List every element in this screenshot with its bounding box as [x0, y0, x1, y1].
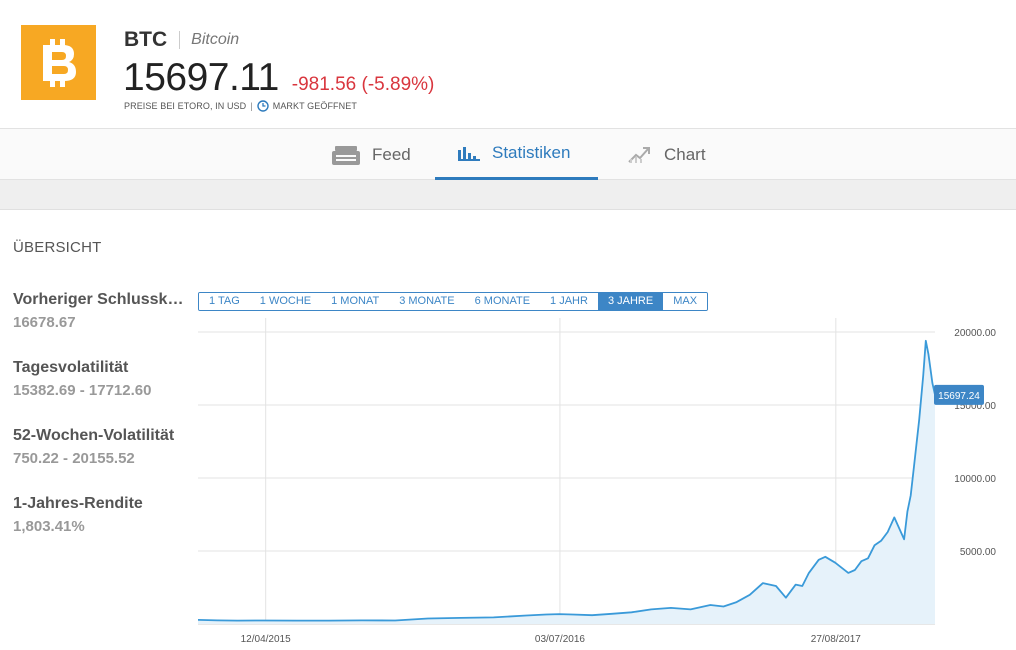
section-separator — [0, 180, 1016, 210]
meta-divider: | — [250, 101, 253, 111]
stat-label: 1-Jahres-Rendite — [13, 495, 143, 512]
range-button-3-monate[interactable]: 3 MONATE — [389, 293, 465, 310]
stat-52-week-range: 52-Wochen-Volatilität 750.22 - 20155.52 — [13, 427, 191, 467]
stat-value: 750.22 - 20155.52 — [13, 450, 135, 467]
bitcoin-logo-icon — [21, 25, 96, 100]
y-tick-label: 20000.00 — [954, 328, 996, 339]
range-button-6-monate[interactable]: 6 MONATE — [464, 293, 541, 310]
range-button-3-jahre[interactable]: 3 JAHRE — [597, 293, 664, 310]
time-range-selector: 1 TAG 1 WOCHE 1 MONAT 3 MONATE 6 MONATE … — [198, 292, 709, 311]
market-status: MARKT GEÖFFNET — [272, 101, 357, 111]
last-price-label: 15697.24 — [938, 391, 980, 402]
current-price: 15697.11 — [123, 56, 279, 99]
stat-value: 16678.67 — [13, 314, 76, 331]
clock-icon — [257, 100, 269, 112]
stat-value: 1,803.41% — [13, 518, 85, 535]
x-tick-label: 27/08/2017 — [811, 634, 861, 645]
x-tick-label: 03/07/2016 — [535, 634, 585, 645]
asset-title: BTC Bitcoin — [124, 28, 239, 52]
tab-statistiken[interactable]: Statistiken — [435, 129, 598, 180]
stat-label: 52-Wochen-Volatilität — [13, 427, 175, 444]
stat-label: Tagesvolatilität — [13, 359, 129, 376]
overview-title: ÜBERSICHT — [13, 239, 102, 256]
bar-chart-icon — [458, 147, 480, 161]
y-tick-label: 5000.00 — [960, 547, 997, 558]
asset-name: Bitcoin — [191, 31, 240, 48]
stat-previous-close: Vorheriger Schlusskurs 16678.67 — [13, 291, 191, 331]
tab-feed[interactable]: Feed — [332, 129, 411, 180]
price-change: -981.56 (-5.89%) — [291, 74, 435, 95]
trend-chart-icon — [628, 146, 650, 163]
price-row: 15697.11 -981.56 (-5.89%) — [123, 56, 434, 100]
price-info: PREISE BEI ETORO, IN USD — [124, 101, 247, 111]
stat-day-range: Tagesvolatilität 15382.69 - 17712.60 — [13, 359, 191, 399]
tab-chart[interactable]: Chart — [628, 129, 706, 180]
range-button-1-monat[interactable]: 1 MONAT — [321, 293, 390, 310]
tab-bar: Feed Statistiken Chart — [0, 128, 1016, 180]
asset-header: BTC Bitcoin 15697.11 -981.56 (-5.89%) PR… — [0, 0, 1016, 128]
range-button-1-tag[interactable]: 1 TAG — [199, 293, 250, 310]
range-button-1-woche[interactable]: 1 WOCHE — [249, 293, 322, 310]
tab-feed-label: Feed — [372, 144, 411, 164]
x-tick-label: 12/04/2015 — [241, 634, 291, 645]
feed-icon — [332, 145, 360, 165]
asset-ticker: BTC — [124, 28, 168, 51]
range-button-1-jahr[interactable]: 1 JAHR — [540, 293, 598, 310]
stat-label: Vorheriger Schlusskurs — [13, 291, 191, 308]
range-button-max[interactable]: MAX — [663, 293, 708, 310]
price-area — [198, 340, 935, 624]
stat-value: 15382.69 - 17712.60 — [13, 382, 152, 399]
tab-chart-label: Chart — [664, 144, 706, 164]
y-tick-label: 10000.00 — [954, 474, 996, 485]
price-meta: PREISE BEI ETORO, IN USD | MARKT GEÖFFNE… — [124, 100, 357, 112]
tab-statistiken-label: Statistiken — [492, 143, 571, 162]
price-chart[interactable]: 5000.0010000.0015000.0020000.0012/04/201… — [198, 318, 1016, 650]
title-divider — [179, 31, 181, 49]
stat-1-year-return: 1-Jahres-Rendite 1,803.41% — [13, 495, 191, 535]
